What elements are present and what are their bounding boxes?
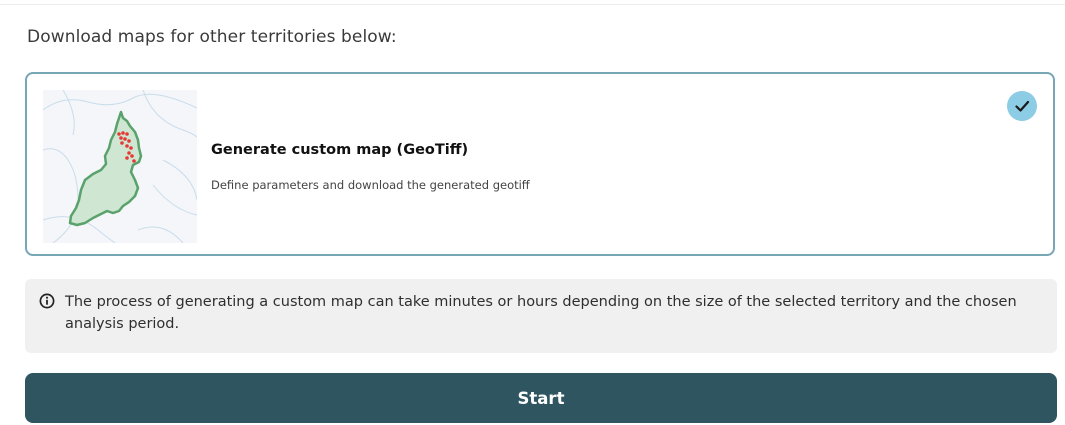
top-divider [0,4,1065,5]
territory-shape [68,110,143,227]
card-description: Define parameters and download the gener… [211,178,530,192]
info-text: The process of generating a custom map c… [65,294,1017,332]
info-icon [39,293,55,309]
card-title: Generate custom map (GeoTiff) [211,142,469,158]
section-heading: Download maps for other territories belo… [27,27,397,47]
territory-map-thumbnail [43,90,197,243]
custom-map-option-card[interactable]: Generate custom map (GeoTiff) Define par… [25,72,1055,256]
selected-check-icon [1007,91,1037,121]
start-button[interactable]: Start [25,373,1057,423]
info-notice: The process of generating a custom map c… [25,279,1057,353]
